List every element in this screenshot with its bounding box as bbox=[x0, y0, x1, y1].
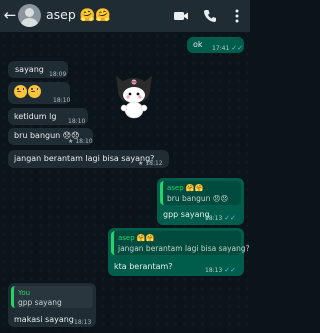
message-bubble-incoming[interactable]: bru bangun 😞😞 ★ 18:10 bbox=[8, 128, 93, 145]
message-time: 18:13 bbox=[74, 319, 92, 326]
read-ticks-icon: ✓✓ bbox=[224, 214, 236, 222]
message-time: 18:13 bbox=[205, 267, 223, 274]
message-text: makasi sayang bbox=[14, 315, 74, 324]
message-time: 18:12 bbox=[145, 160, 163, 167]
quoted-message[interactable]: asep 🤗🤗 bru bangun 😞😞 bbox=[160, 181, 241, 205]
message-bubble-incoming[interactable]: You gpp sayang makasi sayang 18:13 bbox=[8, 283, 96, 327]
message-text bbox=[14, 85, 42, 99]
star-icon: ★ bbox=[68, 138, 74, 145]
message-text: ok bbox=[193, 40, 203, 49]
sticker-image[interactable] bbox=[112, 72, 156, 122]
chat-header: ← asep 🤗🤗 bbox=[0, 0, 250, 32]
message-time: 18:10 bbox=[53, 97, 71, 104]
avatar[interactable] bbox=[18, 4, 41, 27]
video-call-icon[interactable] bbox=[173, 8, 189, 24]
quoted-text: bru bangun 😞😞 bbox=[167, 194, 229, 203]
quoted-text: gpp sayang bbox=[18, 298, 62, 307]
quoted-text: jangan berantam lagi bisa sayang? bbox=[118, 244, 250, 253]
message-time: 17:41 bbox=[212, 45, 230, 52]
message-time: 18:10 bbox=[75, 138, 93, 145]
voice-call-icon[interactable] bbox=[202, 8, 218, 24]
message-bubble-outgoing[interactable]: asep 🤗🤗 bru bangun 😞😞 gpp sayang 18:13 ✓… bbox=[157, 178, 244, 225]
message-bubble-outgoing[interactable]: asep 🤗🤗 jangan berantam lagi bisa sayang… bbox=[108, 228, 250, 276]
contact-name[interactable]: asep 🤗🤗 bbox=[46, 7, 111, 23]
sad-face-emoji-icon bbox=[28, 85, 41, 98]
read-ticks-icon: ✓✓ bbox=[231, 44, 243, 52]
message-text: ketidum lg bbox=[14, 112, 57, 121]
sad-face-emoji-icon bbox=[14, 85, 27, 98]
message-time: 18:10 bbox=[68, 118, 86, 125]
quoted-message[interactable]: asep 🤗🤗 jangan berantam lagi bisa sayang… bbox=[111, 231, 250, 255]
message-time: 18:13 bbox=[205, 215, 223, 222]
message-text: kta berantam? bbox=[114, 262, 173, 271]
read-ticks-icon: ✓✓ bbox=[224, 266, 236, 274]
more-options-icon[interactable] bbox=[229, 8, 245, 24]
message-text: sayang bbox=[15, 65, 44, 74]
message-bubble-incoming[interactable]: sayang 18:09 bbox=[8, 61, 68, 78]
message-bubble-outgoing[interactable]: ok 17:41 ✓✓ bbox=[187, 37, 244, 53]
quoted-message[interactable]: You gpp sayang bbox=[11, 286, 93, 308]
message-text: jangan berantam lagi bisa sayang? bbox=[14, 154, 155, 163]
message-time: 18:09 bbox=[49, 71, 67, 78]
message-bubble-incoming[interactable]: jangan berantam lagi bisa sayang? ★ 18:1… bbox=[8, 150, 169, 168]
back-arrow-icon[interactable]: ← bbox=[3, 6, 17, 24]
message-bubble-incoming[interactable]: 18:10 bbox=[8, 82, 70, 104]
message-text: gpp sayang bbox=[163, 210, 210, 219]
star-icon: ★ bbox=[138, 160, 144, 167]
message-bubble-incoming[interactable]: ketidum lg 18:10 bbox=[8, 108, 88, 125]
